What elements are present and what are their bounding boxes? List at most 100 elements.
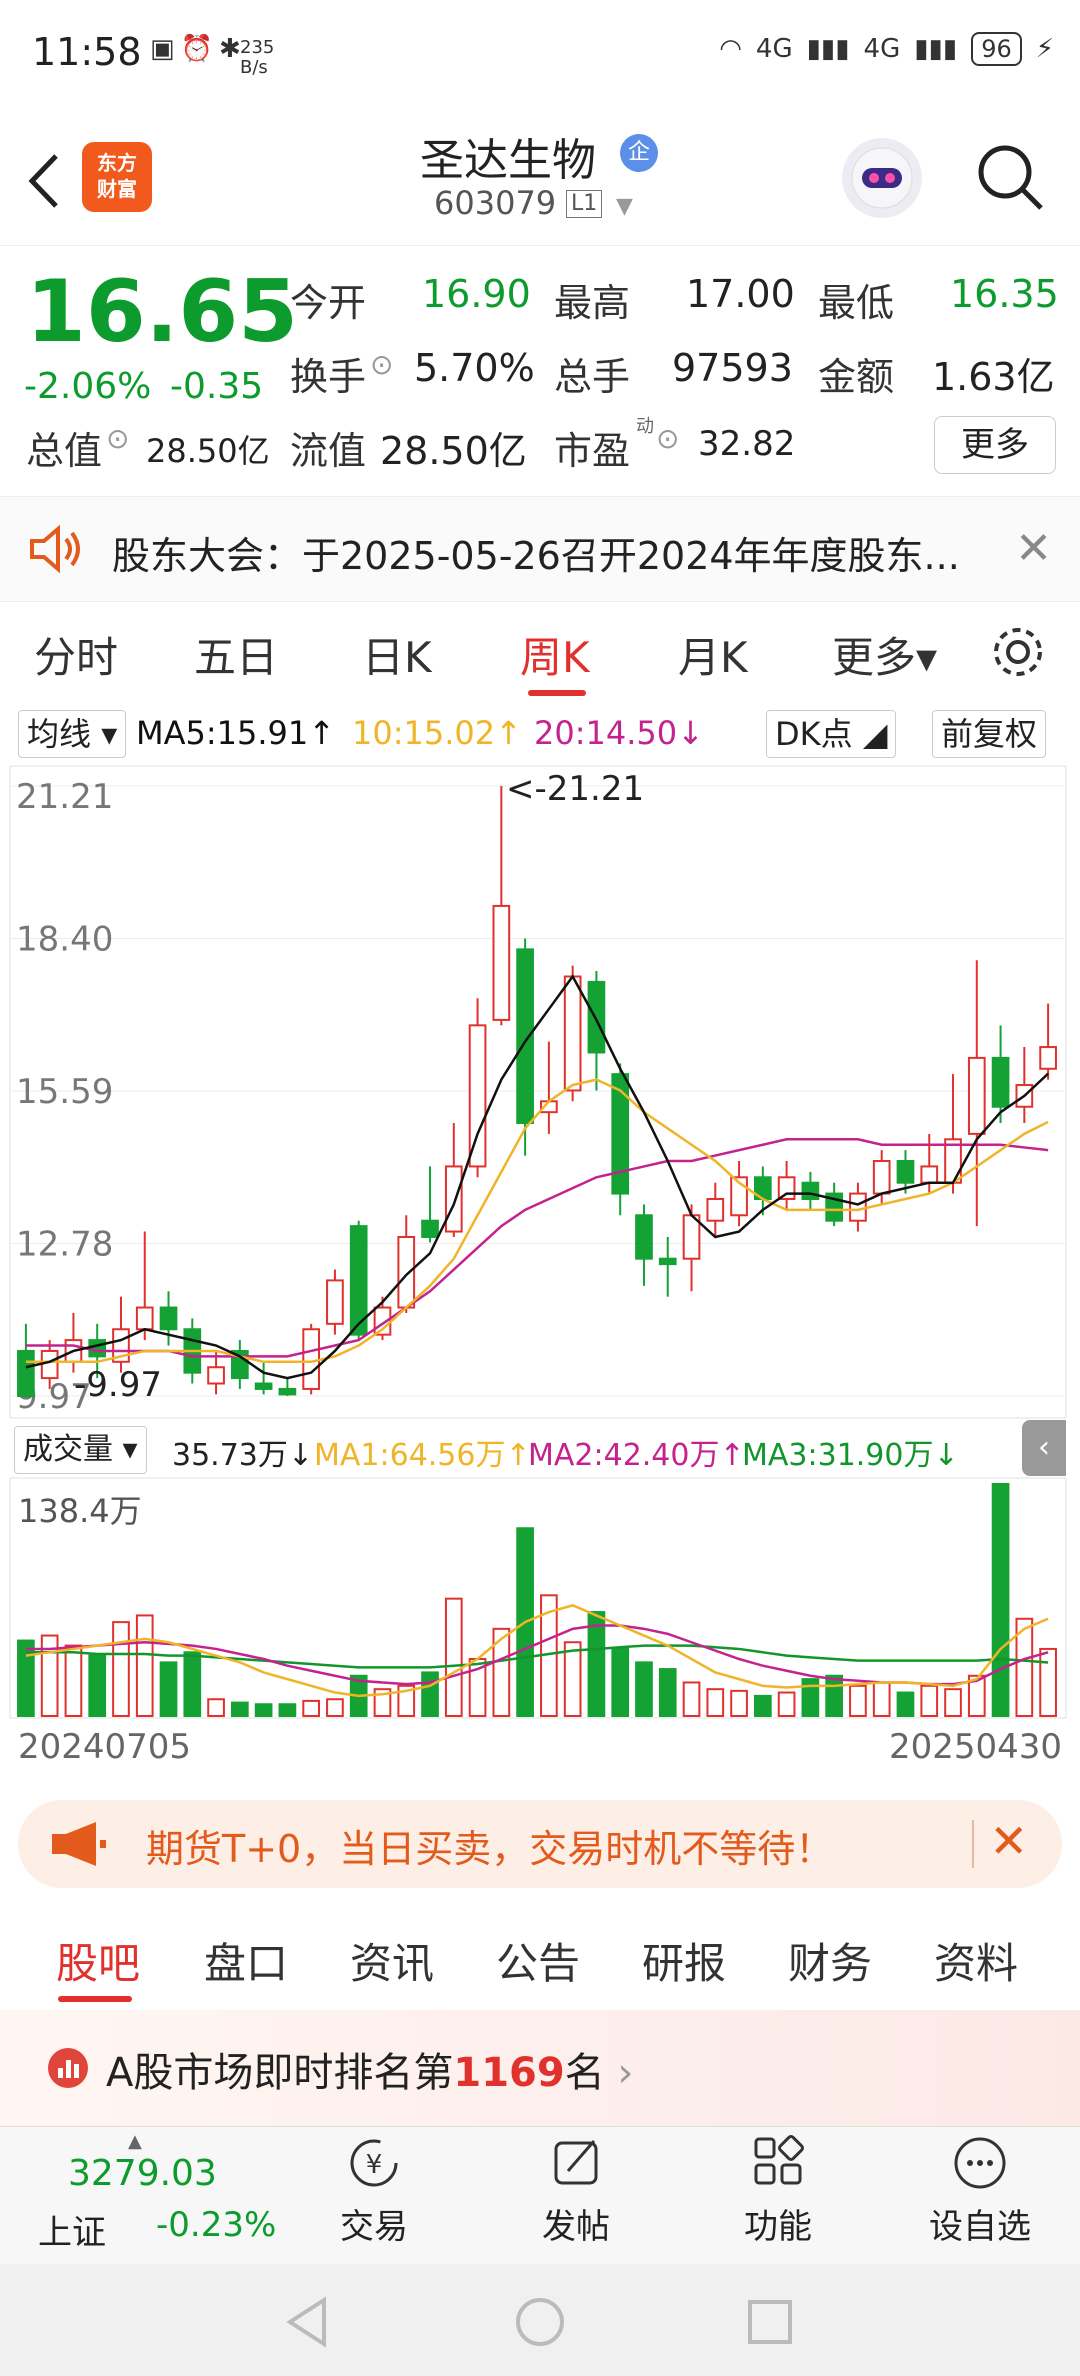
trade-yuan-icon: ¥ (350, 2139, 398, 2187)
enterprise-badge: 企 (620, 134, 658, 172)
tab-finance[interactable]: 财务 (788, 1930, 872, 1991)
ranking-text: A股市场即时排名第1169名 › (106, 2050, 634, 2096)
volume-bar (1039, 1647, 1057, 1718)
ma10-value: 10:15.02↑ (352, 714, 522, 752)
candle-body (896, 1160, 915, 1184)
nav-post[interactable]: 发帖 (516, 2135, 636, 2248)
tab-monthly-k[interactable]: 月K (678, 624, 748, 685)
candle-body (991, 1056, 1010, 1108)
svg-text:¥: ¥ (366, 2150, 383, 2180)
tab-intraday[interactable]: 分时 (34, 624, 118, 685)
nav-label: 功能 (744, 2207, 812, 2247)
volume-select-dropdown[interactable]: 成交量 ▾ (14, 1426, 147, 1474)
search-button[interactable] (975, 142, 1047, 214)
tab-announcements[interactable]: 公告 (496, 1930, 580, 1991)
tab-news[interactable]: 资讯 (350, 1930, 434, 1991)
high-value: 17.00 (686, 272, 795, 316)
volume-bar (135, 1614, 154, 1717)
back-arrow-icon (28, 154, 58, 208)
close-icon[interactable]: ✕ (1015, 523, 1052, 574)
market-cap-value: 28.50亿 (146, 432, 270, 470)
candle-body (492, 904, 511, 1021)
current-price: 16.65 (26, 262, 299, 362)
kline-legend: 均线 ▾ MA5:15.91↑ 10:15.02↑ 20:14.50↓ DK点 … (0, 706, 1080, 762)
volume-bar (64, 1644, 83, 1718)
kline-chart[interactable]: 21.2118.4015.5912.789.97 <-21.21 -9.97 (0, 764, 1080, 1420)
promo-banner[interactable]: 期货T+0，当日买卖，交易时机不等待！ ✕ (18, 1800, 1062, 1888)
candle-body (135, 1306, 154, 1331)
market-ranking-row[interactable]: A股市场即时排名第1169名 › (0, 2010, 1080, 2126)
candle-body (777, 1176, 796, 1200)
active-tab-indicator (58, 1996, 132, 2002)
adjust-button[interactable]: 前复权 (932, 710, 1047, 758)
change-percent: -2.06% (24, 366, 152, 407)
change-amount: -0.35 (170, 366, 264, 407)
system-back-icon[interactable] (284, 2296, 332, 2348)
notice-banner[interactable]: 股东大会：于2025-05-26召开2024年年度股东... ✕ (0, 496, 1080, 602)
tab-more[interactable]: 更多▾ (832, 624, 937, 685)
index-change[interactable]: -0.23% (156, 2205, 276, 2245)
index-name[interactable]: 上证 (38, 2205, 106, 2254)
turnover-value: 5.70% (414, 346, 535, 390)
charging-icon: ⚡ (1035, 34, 1054, 64)
expand-up-icon[interactable]: ▲ (128, 2131, 142, 2152)
candle-body (706, 1197, 725, 1222)
back-button[interactable] (22, 146, 72, 216)
pe-value: 32.82 (698, 424, 796, 464)
chevron-right-icon: › (617, 2050, 634, 2096)
app-logo[interactable]: 东方 财富 (82, 142, 152, 212)
volume-ma2: MA2:42.40万↑ (528, 1438, 745, 1473)
signal-bars-icon: ▮▮▮ (914, 34, 958, 64)
tab-weekly-k[interactable]: 周K (520, 624, 590, 685)
promo-text: 期货T+0，当日买卖，交易时机不等待！ (146, 1827, 834, 1871)
ai-assistant-avatar[interactable] (842, 138, 922, 218)
volume-bar (730, 1689, 748, 1717)
candle-body (207, 1366, 225, 1385)
candle-body (302, 1328, 321, 1390)
period-tabs: 分时 五日 日K 周K 月K 更多▾ (0, 600, 1080, 704)
y-tick-label: 18.40 (16, 920, 113, 960)
dk-point-button[interactable]: DK点 ◢ (766, 710, 897, 758)
nav-trade[interactable]: ¥ 交易 (314, 2135, 434, 2248)
info-icon[interactable]: ⊙ (656, 422, 679, 455)
content-tabs: 股吧 盘口 资讯 公告 研报 财务 资料 (0, 1900, 1080, 2011)
tab-research[interactable]: 研报 (642, 1930, 726, 1991)
battery-level: 96 (971, 32, 1022, 66)
tab-five-day[interactable]: 五日 (194, 624, 278, 685)
high-label: 最高 (554, 281, 631, 325)
candle-body (967, 1056, 986, 1135)
system-recents-icon[interactable] (746, 2298, 794, 2346)
tab-pankou[interactable]: 盘口 (204, 1930, 288, 1991)
level-badge[interactable]: L1 (566, 190, 603, 218)
volume-ma1: MA1:64.56万↑ (314, 1438, 531, 1473)
low-label: 最低 (818, 281, 895, 325)
tab-guba[interactable]: 股吧 (56, 1930, 140, 1991)
stock-code: 603079 (434, 184, 557, 222)
system-home-icon[interactable] (514, 2296, 566, 2348)
volume-bar (278, 1703, 297, 1718)
volume-bar (920, 1684, 939, 1717)
nav-add-watchlist[interactable]: 设自选 (920, 2135, 1040, 2248)
dropdown-arrow-icon[interactable]: ▼ (616, 194, 633, 219)
end-date-label: 20250430 (889, 1727, 1062, 1767)
volume-bar (849, 1684, 867, 1717)
close-icon[interactable]: ✕ (989, 1814, 1028, 1868)
settings-gear-icon[interactable] (990, 624, 1046, 680)
volume-max-label: 138.4万 (18, 1492, 142, 1530)
info-icon[interactable]: ⊙ (370, 348, 393, 381)
candle-body (326, 1279, 344, 1325)
nav-functions[interactable]: 功能 (718, 2135, 838, 2248)
more-quote-button[interactable]: 更多 (934, 416, 1056, 474)
info-icon[interactable]: ⊙ (106, 422, 129, 455)
index-value[interactable]: 3279.03 (68, 2153, 217, 2194)
volume-bar (230, 1701, 249, 1718)
tab-profile[interactable]: 资料 (934, 1930, 1018, 1991)
ma5-value: MA5:15.91↑ (136, 714, 336, 752)
tab-daily-k[interactable]: 日K (362, 624, 432, 685)
ma20-value: 20:14.50↓ (534, 714, 704, 752)
ma-select-dropdown[interactable]: 均线 ▾ (18, 710, 127, 758)
volume-bar (421, 1671, 439, 1717)
volume-chart[interactable]: 138.4万 20240705 20250430 (0, 1476, 1080, 1776)
volume-bar (587, 1611, 606, 1717)
collapse-panel-button[interactable]: ‹ (1022, 1420, 1066, 1476)
